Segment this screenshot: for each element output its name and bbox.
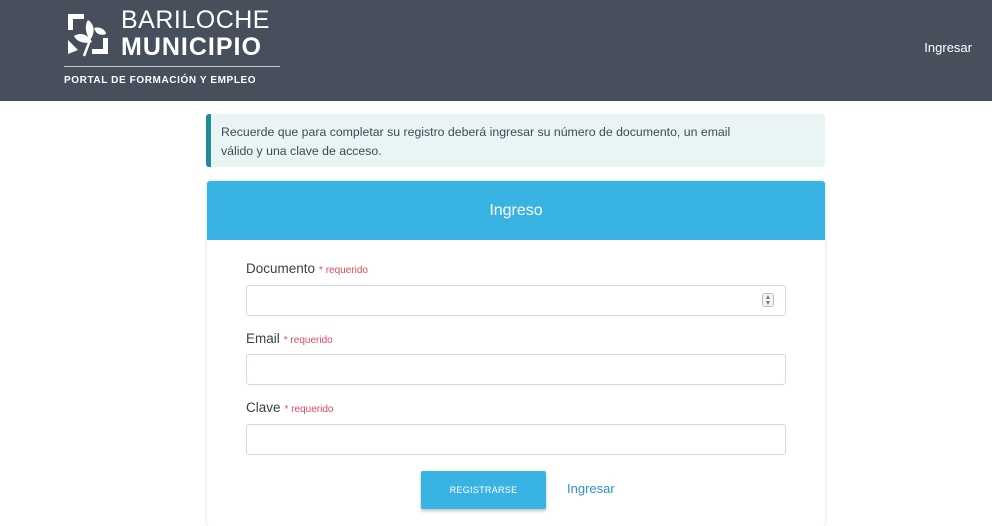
clave-label-text: Clave: [246, 400, 281, 415]
registration-info-alert: Recuerde que para completar su registro …: [206, 114, 825, 167]
email-label-text: Email: [246, 331, 280, 346]
clave-required-note: * requerido: [284, 404, 334, 415]
logo-divider: [64, 66, 280, 67]
login-card: Ingreso Documento * requerido ▲ ▼ Email * r…: [207, 181, 825, 526]
alert-text-line-1: Recuerde que para completar su registro …: [221, 125, 731, 139]
alert-text-line-2: válido y una clave de acceso.: [221, 144, 382, 158]
municipio-logo[interactable]: BARILOCHE MUNICIPIO PORTAL DE FORMACIÓN …: [64, 6, 282, 92]
logo-line-1: BARILOCHE: [121, 6, 270, 34]
logo-line-2: MUNICIPIO: [121, 33, 262, 61]
email-label: Email * requerido: [246, 331, 333, 346]
email-input[interactable]: [246, 354, 786, 385]
register-button[interactable]: REGISTRARSE: [421, 471, 546, 509]
documento-label: Documento * requerido: [246, 261, 368, 276]
login-link[interactable]: Ingresar: [567, 481, 615, 496]
clave-input[interactable]: [246, 424, 786, 455]
documento-input[interactable]: [246, 285, 786, 316]
logo-tagline: PORTAL DE FORMACIÓN Y EMPLEO: [64, 75, 257, 86]
documento-label-text: Documento: [246, 261, 316, 276]
email-required-note: * requerido: [283, 335, 333, 346]
flower-icon: [64, 10, 112, 58]
clave-label: Clave * requerido: [246, 400, 333, 415]
card-title: Ingreso: [207, 181, 825, 240]
number-spinner-icon[interactable]: ▲ ▼: [762, 293, 774, 307]
documento-required-note: * requerido: [319, 265, 368, 276]
top-navbar: BARILOCHE MUNICIPIO PORTAL DE FORMACIÓN …: [0, 0, 992, 101]
nav-login-link[interactable]: Ingresar: [924, 40, 972, 55]
